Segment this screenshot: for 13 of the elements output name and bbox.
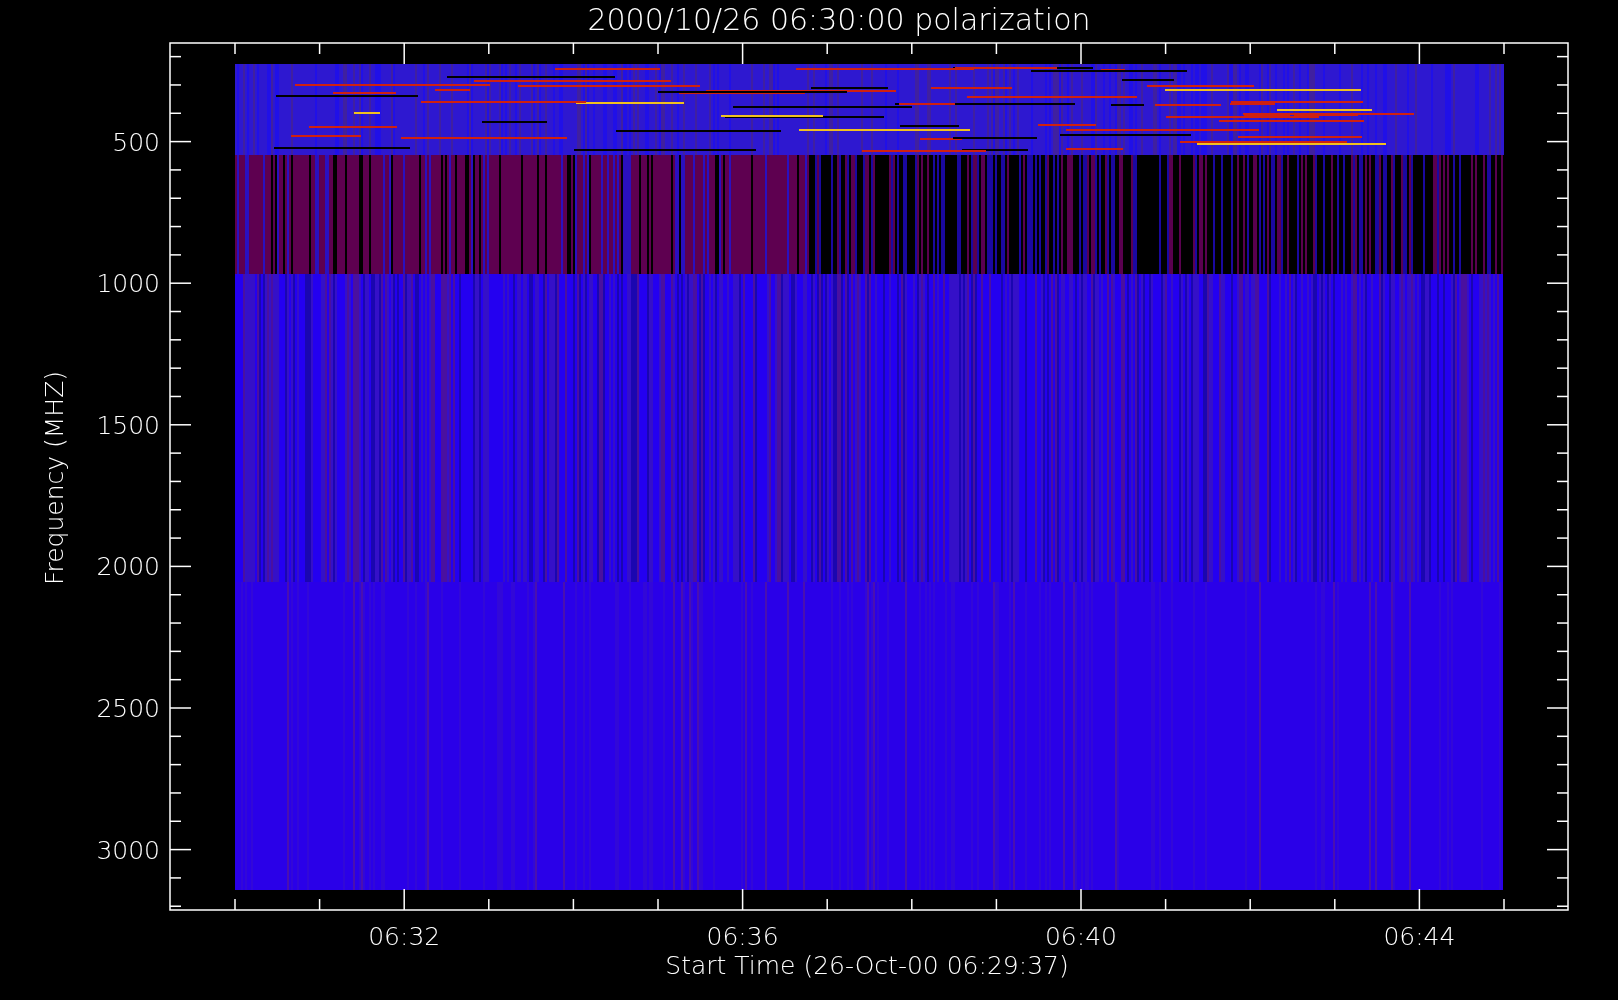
x-axis-label: Start Time (26-Oct-00 06:29:37) xyxy=(665,951,1069,980)
x-tick-label: 06:44 xyxy=(1383,922,1456,951)
y-tick-label: 1500 xyxy=(96,410,160,440)
x-tick-label: 06:40 xyxy=(1045,922,1117,951)
chart-title: 2000/10/26 06:30:00 polarization xyxy=(587,2,1091,37)
y-tick-label: 2000 xyxy=(96,552,160,582)
x-tick-label: 06:32 xyxy=(368,922,441,951)
y-tick-label: 500 xyxy=(112,127,160,157)
y-tick-label: 3000 xyxy=(96,835,160,865)
y-axis-label: Frequency (MHZ) xyxy=(40,370,69,586)
y-tick-label: 2500 xyxy=(96,694,160,723)
y-tick-label: 1000 xyxy=(96,269,160,299)
x-tick-label: 06:36 xyxy=(706,922,779,951)
